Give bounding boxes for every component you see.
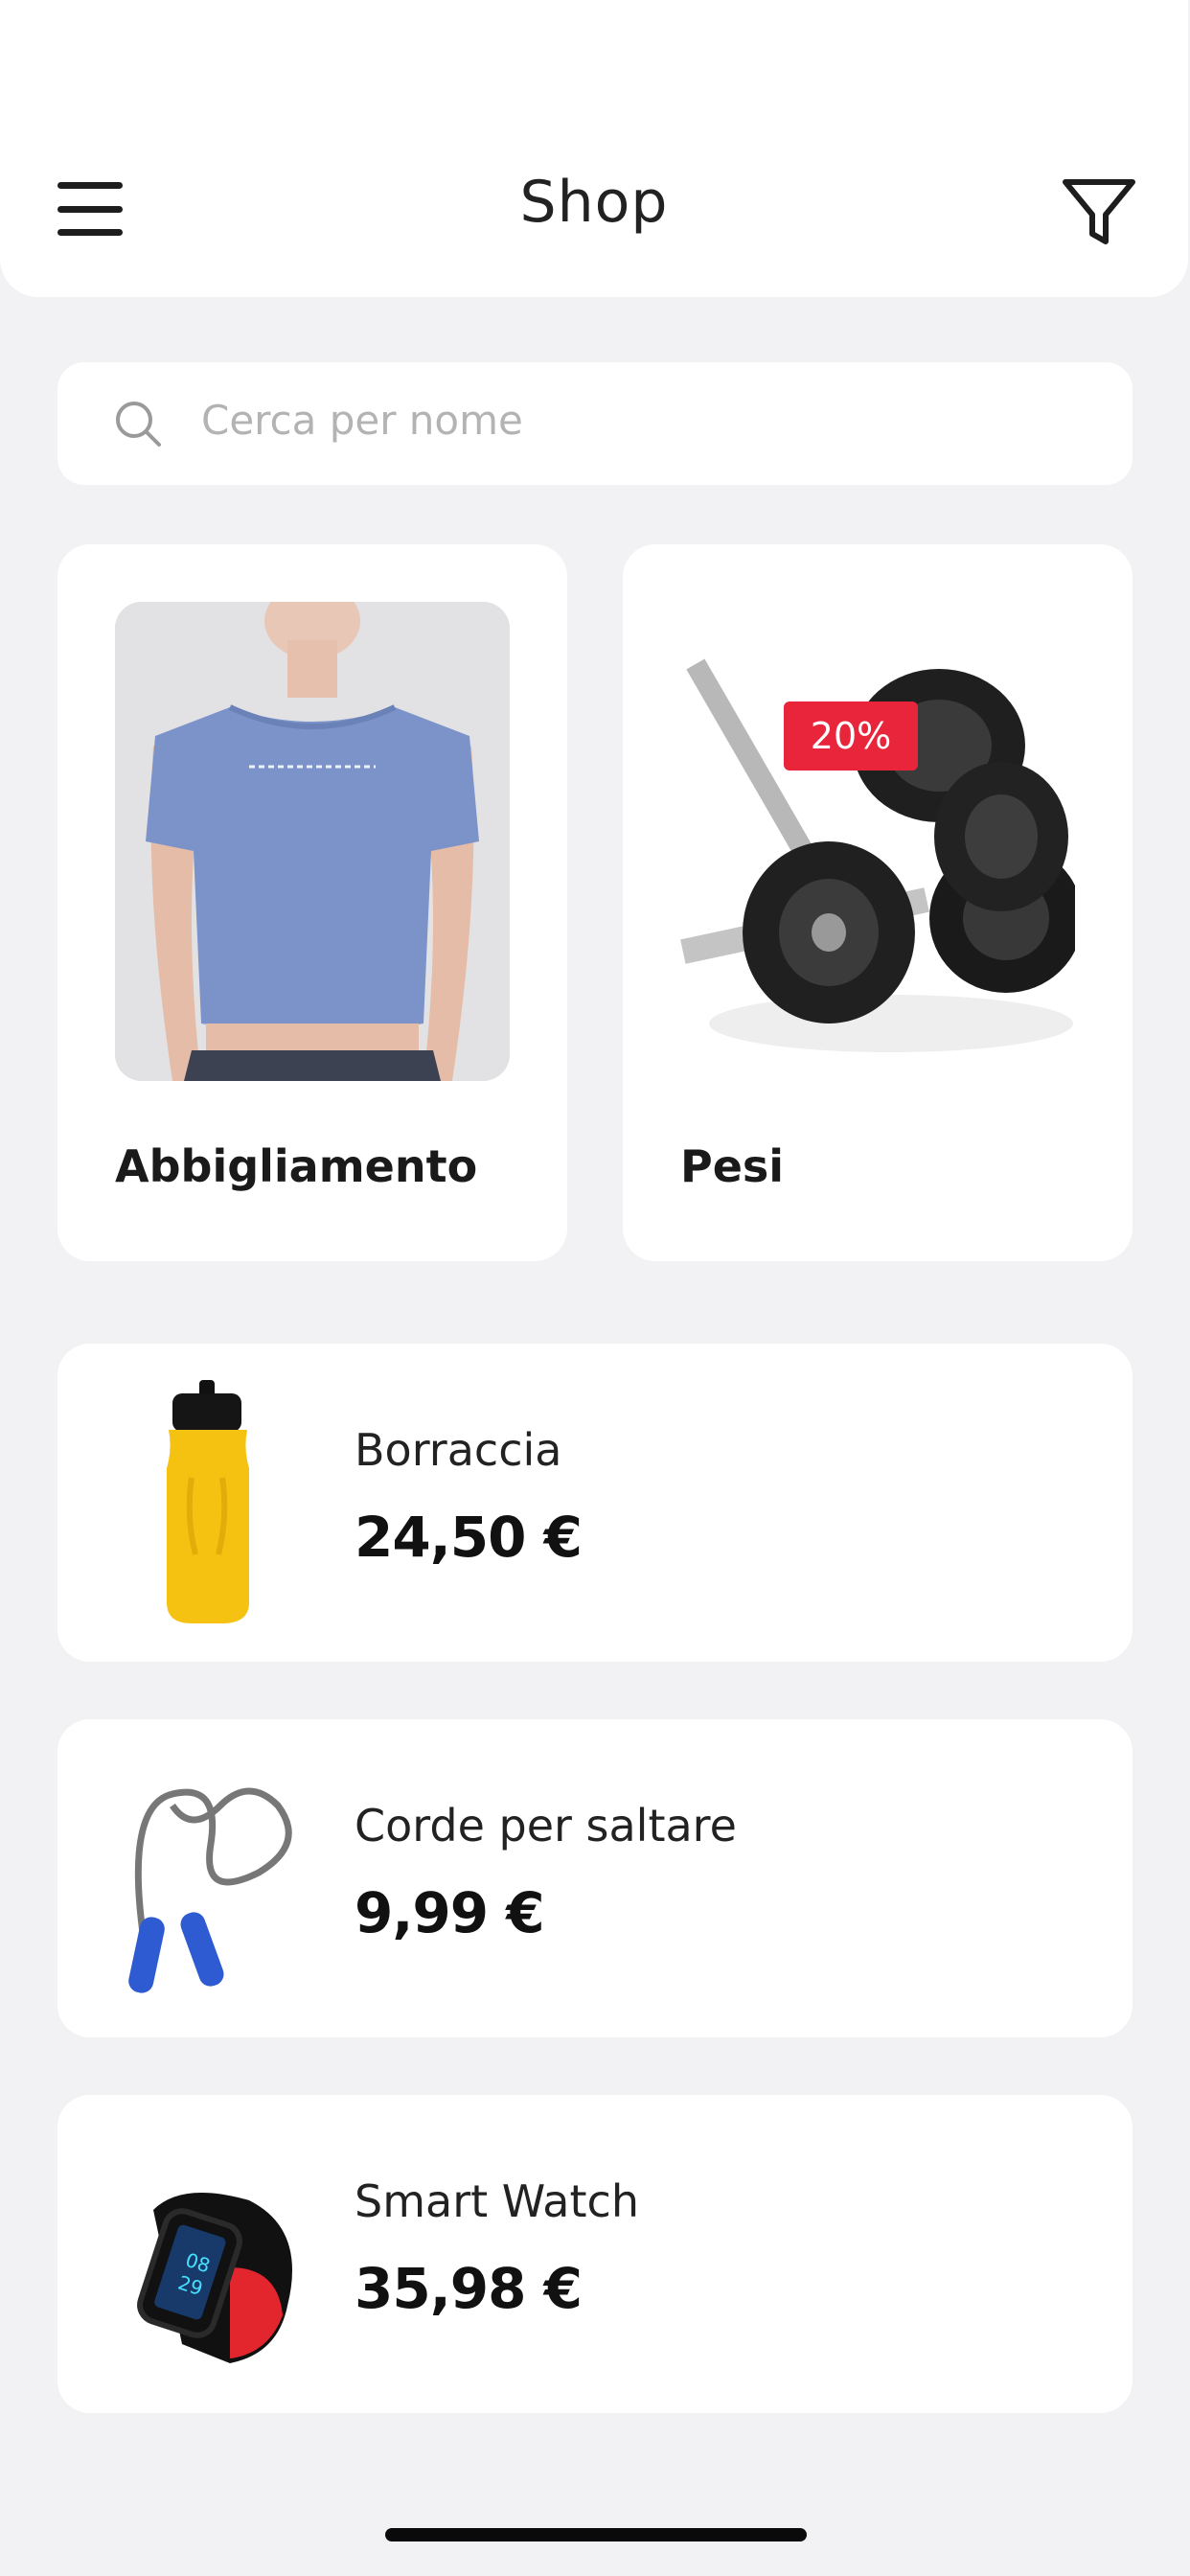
- smart-watch-image: 08 29: [137, 2193, 292, 2363]
- discount-badge: 20%: [784, 702, 918, 770]
- home-indicator[interactable]: [385, 2528, 807, 2542]
- category-label: Abbigliamento: [115, 1140, 478, 1192]
- jump-rope-image: [128, 1787, 292, 1993]
- search-icon: [116, 402, 161, 447]
- tshirt-image: [115, 602, 510, 1081]
- product-price: 9,99 €: [355, 1880, 545, 1945]
- product-name: Smart Watch: [355, 2175, 639, 2227]
- search-input[interactable]: Cerca per nome: [57, 362, 1133, 485]
- product-name: Borraccia: [355, 1424, 562, 1476]
- product-card-smart-watch[interactable]: 08 29 Smart Watch 35,98 €: [57, 2095, 1133, 2413]
- product-name: Corde per saltare: [355, 1800, 737, 1852]
- product-card-corde-per-saltare[interactable]: Corde per saltare 9,99 €: [57, 1719, 1133, 2037]
- search-placeholder: Cerca per nome: [201, 397, 523, 444]
- water-bottle-image: [167, 1380, 249, 1623]
- page-title: Shop: [519, 169, 669, 236]
- product-price: 35,98 €: [355, 2256, 583, 2321]
- product-price: 24,50 €: [355, 1505, 583, 1570]
- dumbbells-image: 20%: [680, 602, 1075, 1081]
- app-header: Shop: [0, 0, 1188, 297]
- category-card-pesi[interactable]: 20% Pesi: [623, 544, 1133, 1261]
- category-card-abbigliamento[interactable]: Abbigliamento: [57, 544, 567, 1261]
- filter-funnel-icon[interactable]: [1062, 176, 1136, 249]
- category-label: Pesi: [680, 1140, 785, 1192]
- product-card-borraccia[interactable]: Borraccia 24,50 €: [57, 1344, 1133, 1662]
